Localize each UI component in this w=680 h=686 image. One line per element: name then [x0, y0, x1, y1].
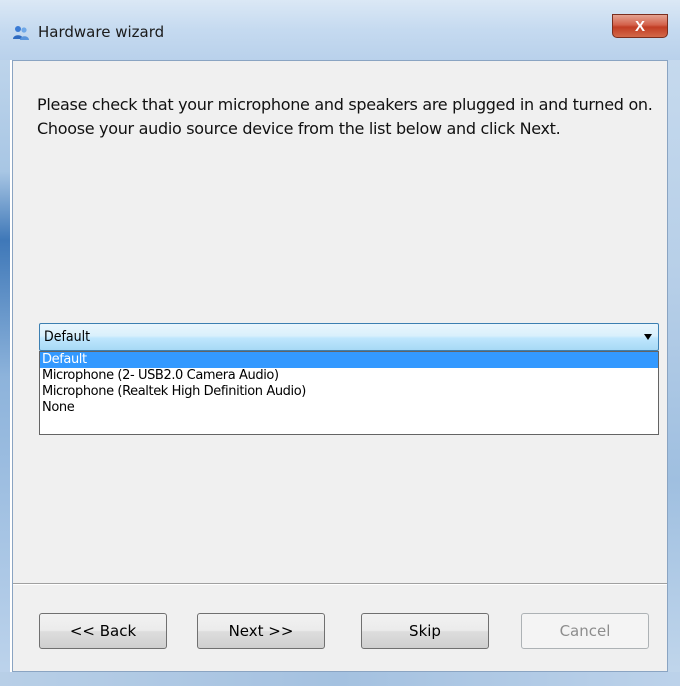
back-button[interactable]: << Back	[39, 613, 167, 649]
cancel-button: Cancel	[521, 613, 649, 649]
close-icon: X	[634, 17, 645, 35]
instruction-line-2: Choose your audio source device from the…	[37, 119, 561, 138]
hardware-wizard-window: Hardware wizard X Please check that your…	[0, 0, 680, 686]
option-default[interactable]: Default	[40, 352, 658, 368]
wizard-client-area: Please check that your microphone and sp…	[12, 60, 668, 672]
window-title: Hardware wizard	[38, 23, 165, 41]
people-icon	[12, 24, 30, 42]
audio-source-dropdown[interactable]: Default	[39, 323, 659, 351]
option-none[interactable]: None	[40, 400, 658, 416]
window-frame-right	[668, 0, 680, 686]
button-separator	[13, 583, 667, 585]
option-realtek-microphone[interactable]: Microphone (Realtek High Definition Audi…	[40, 384, 658, 400]
instruction-line-1: Please check that your microphone and sp…	[37, 95, 653, 114]
title-bar[interactable]: Hardware wizard X	[0, 0, 680, 60]
chevron-down-icon[interactable]	[644, 334, 652, 340]
skip-button[interactable]: Skip	[361, 613, 489, 649]
window-frame-bottom	[0, 672, 680, 686]
audio-source-selected-value: Default	[44, 329, 91, 345]
window-frame-left	[0, 0, 10, 686]
audio-source-options-list[interactable]: Default Microphone (2- USB2.0 Camera Aud…	[39, 351, 659, 435]
close-button[interactable]: X	[612, 14, 668, 38]
instructions-text: Please check that your microphone and sp…	[37, 93, 657, 141]
option-usb-camera-microphone[interactable]: Microphone (2- USB2.0 Camera Audio)	[40, 368, 658, 384]
next-button[interactable]: Next >>	[197, 613, 325, 649]
